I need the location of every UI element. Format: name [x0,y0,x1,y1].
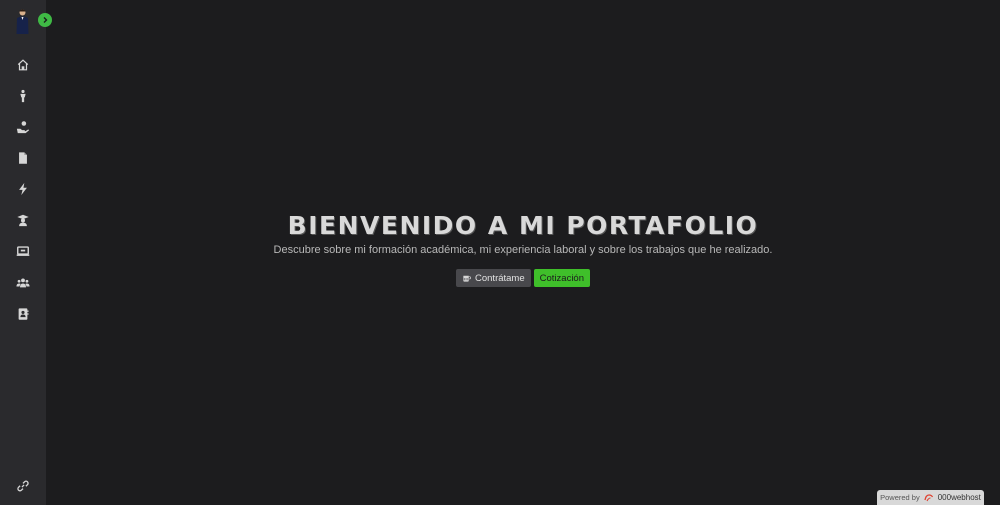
sidebar-item-education[interactable] [15,212,31,228]
person-icon [20,89,26,103]
mug-icon [463,275,471,282]
main-content: BIENVENIDO A MI PORTAFOLIO Descubre sobr… [46,0,1000,505]
hire-button[interactable]: Contrátame [456,269,531,287]
sidebar-item-portfolio[interactable] [15,243,31,259]
hero-subtitle: Descubre sobre mi formación académica, m… [273,244,773,256]
link-icon [17,480,29,492]
sidebar-item-home[interactable] [15,57,31,73]
sidebar-item-about[interactable] [15,88,31,104]
document-icon [19,152,27,164]
sidebar [0,0,52,505]
quote-button-label: Cotización [539,272,584,284]
sidebar-item-contact[interactable] [15,306,31,322]
sidebar-item-clients[interactable] [15,275,31,291]
bolt-icon [19,182,27,196]
sidebar-link-button[interactable] [15,478,31,494]
hire-button-label: Contrátame [475,272,525,284]
home-icon [17,59,29,71]
graduation-icon [17,214,29,227]
quote-button[interactable]: Cotización [533,269,590,287]
powered-by-label: Powered by [880,493,920,502]
hero-title: BIENVENIDO A MI PORTAFOLIO [287,211,759,240]
laptop-icon [16,246,30,256]
sidebar-item-resume[interactable] [15,150,31,166]
powered-by-badge[interactable]: Powered by 000webhost [877,490,984,505]
hand-heart-icon [16,121,30,134]
hero-actions: Contrátame Cotización [46,269,1000,287]
sidebar-item-skills[interactable] [15,181,31,197]
contact-card-icon [18,308,29,320]
webhost-logo-icon [924,493,933,501]
sidebar-item-services[interactable] [15,119,31,135]
people-icon [16,278,30,288]
powered-by-brand: 000webhost [937,493,981,502]
avatar[interactable] [14,8,31,36]
